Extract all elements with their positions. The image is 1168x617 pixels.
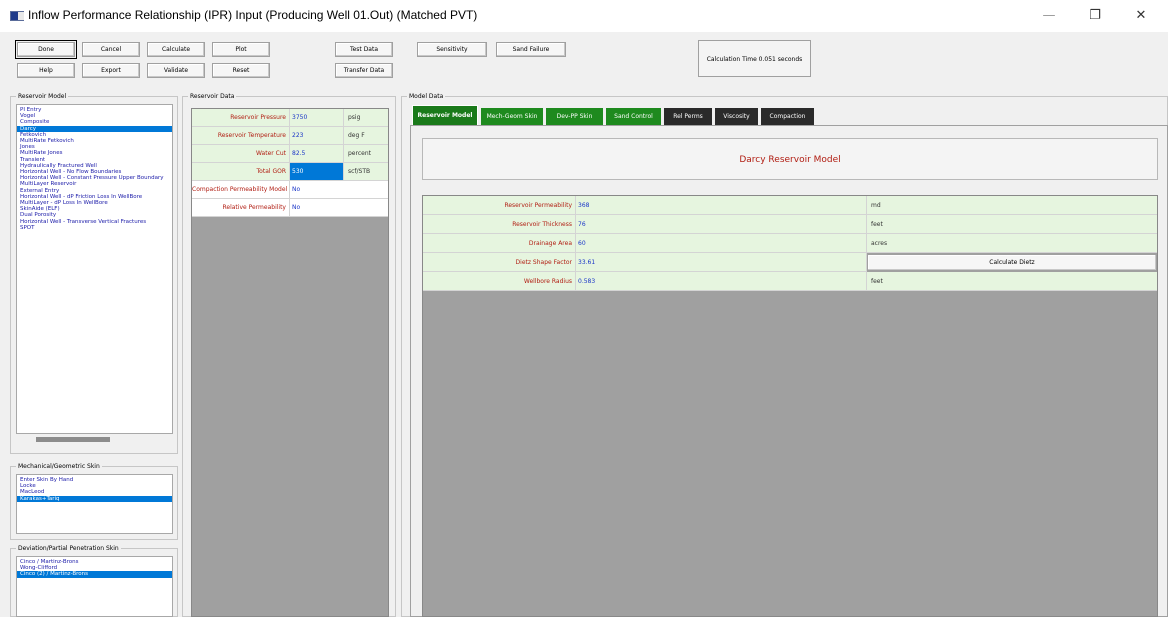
row-label: Relative Permeability [192, 199, 290, 217]
transfer-data-button[interactable]: Transfer Data [335, 63, 393, 78]
list-item[interactable]: Karakas+Tariq [17, 495, 172, 502]
row-unit: acres [867, 234, 1157, 253]
model-data-grid: Reservoir Permeability 368 md Reservoir Thi… [422, 195, 1158, 617]
table-row: Wellbore Radius 0.583 feet [423, 272, 1157, 291]
tab-dev-pp-skin[interactable]: Dev-PP Skin [546, 108, 603, 125]
tab-rel-perms[interactable]: Rel Perms [664, 108, 712, 125]
row-unit: feet [867, 272, 1157, 291]
calculate-button[interactable]: Calculate [147, 42, 205, 57]
sensitivity-button[interactable]: Sensitivity [417, 42, 487, 57]
table-row: Reservoir Permeability 368 md [423, 196, 1157, 215]
table-row: Reservoir Pressure 3750 psig [192, 109, 388, 127]
list-item[interactable]: Cinco (2) / Martinz-Brons [17, 571, 172, 578]
list-item[interactable]: SPOT [17, 225, 172, 231]
table-row: Water Cut 82.5 percent [192, 145, 388, 163]
dev-skin-title: Deviation/Partial Penetration Skin [16, 545, 121, 552]
sand-failure-button[interactable]: Sand Failure [496, 42, 566, 57]
row-value[interactable]: 3750 [290, 109, 344, 127]
model-heading: Darcy Reservoir Model [422, 138, 1158, 180]
tab-compaction[interactable]: Compaction [761, 108, 814, 125]
title-bar: Inflow Performance Relationship (IPR) In… [0, 0, 1168, 32]
table-row: Relative Permeability No [192, 199, 388, 217]
table-row: Total GOR 530 scf/STB [192, 163, 388, 181]
row-value[interactable]: No [290, 181, 388, 199]
calc-time-label: Calculation Time 0.051 seconds [698, 40, 811, 77]
minimize-icon[interactable]: — [1030, 4, 1068, 28]
row-value[interactable]: 82.5 [290, 145, 344, 163]
table-row: Reservoir Temperature 223 deg F [192, 127, 388, 145]
dev-skin-list[interactable]: Cinco / Martinz-Brons Wong-Clifford Cinco … [16, 556, 173, 617]
test-data-button[interactable]: Test Data [335, 42, 393, 57]
row-value[interactable]: 33.61 [576, 253, 867, 272]
model-data-title: Model Data [407, 93, 446, 100]
mech-skin-list[interactable]: Enter Skin By Hand Locke MacLeod Karakas+Ta… [16, 474, 173, 534]
row-label: Reservoir Permeability [423, 196, 576, 215]
row-value[interactable]: No [290, 199, 388, 217]
row-unit: percent [344, 145, 388, 163]
row-label: Water Cut [192, 145, 290, 163]
table-row: Reservoir Thickness 76 feet [423, 215, 1157, 234]
reservoir-data-grid: Reservoir Pressure 3750 psig Reservoir Temp… [191, 108, 389, 617]
row-unit: feet [867, 215, 1157, 234]
table-row: Compaction Permeability Model No [192, 181, 388, 199]
tab-mech-geom-skin[interactable]: Mech-Geom Skin [481, 108, 543, 125]
app-icon [10, 11, 24, 21]
reservoir-data-title: Reservoir Data [188, 93, 237, 100]
row-label: Compaction Permeability Model [192, 181, 290, 199]
table-row: Dietz Shape Factor 33.61 Calculate Dietz [423, 253, 1157, 272]
row-value[interactable]: 76 [576, 215, 867, 234]
row-label: Drainage Area [423, 234, 576, 253]
reset-button[interactable]: Reset [212, 63, 270, 78]
row-label: Dietz Shape Factor [423, 253, 576, 272]
row-value[interactable]: 60 [576, 234, 867, 253]
window-title: Inflow Performance Relationship (IPR) In… [28, 8, 478, 22]
row-label: Wellbore Radius [423, 272, 576, 291]
row-unit: scf/STB [344, 163, 388, 181]
tab-reservoir-model[interactable]: Reservoir Model [412, 105, 478, 125]
row-label: Reservoir Temperature [192, 127, 290, 145]
restore-icon[interactable]: ❐ [1076, 4, 1114, 28]
row-value[interactable]: 223 [290, 127, 344, 145]
row-unit: md [867, 196, 1157, 215]
row-label: Total GOR [192, 163, 290, 181]
row-value[interactable]: 368 [576, 196, 867, 215]
tab-sand-control[interactable]: Sand Control [606, 108, 661, 125]
row-value[interactable]: 0.583 [576, 272, 867, 291]
cancel-button[interactable]: Cancel [82, 42, 140, 57]
calculate-dietz-button[interactable]: Calculate Dietz [867, 254, 1157, 271]
validate-button[interactable]: Validate [147, 63, 205, 78]
horizontal-scrollbar[interactable] [36, 437, 110, 442]
export-button[interactable]: Export [82, 63, 140, 78]
reservoir-model-list[interactable]: PI Entry Vogel Composite Darcy Fetkovich Mult… [16, 104, 173, 434]
row-label: Reservoir Thickness [423, 215, 576, 234]
row-unit: deg F [344, 127, 388, 145]
close-icon[interactable]: ✕ [1122, 4, 1160, 28]
row-value[interactable]: 530 [290, 163, 344, 181]
table-row: Drainage Area 60 acres [423, 234, 1157, 253]
done-button[interactable]: Done [15, 40, 77, 59]
plot-button[interactable]: Plot [212, 42, 270, 57]
help-button[interactable]: Help [17, 63, 75, 78]
tab-viscosity[interactable]: Viscosity [715, 108, 758, 125]
reservoir-model-title: Reservoir Model [16, 93, 69, 100]
mech-skin-title: Mechanical/Geometric Skin [16, 463, 102, 470]
row-label: Reservoir Pressure [192, 109, 290, 127]
row-unit: psig [344, 109, 388, 127]
